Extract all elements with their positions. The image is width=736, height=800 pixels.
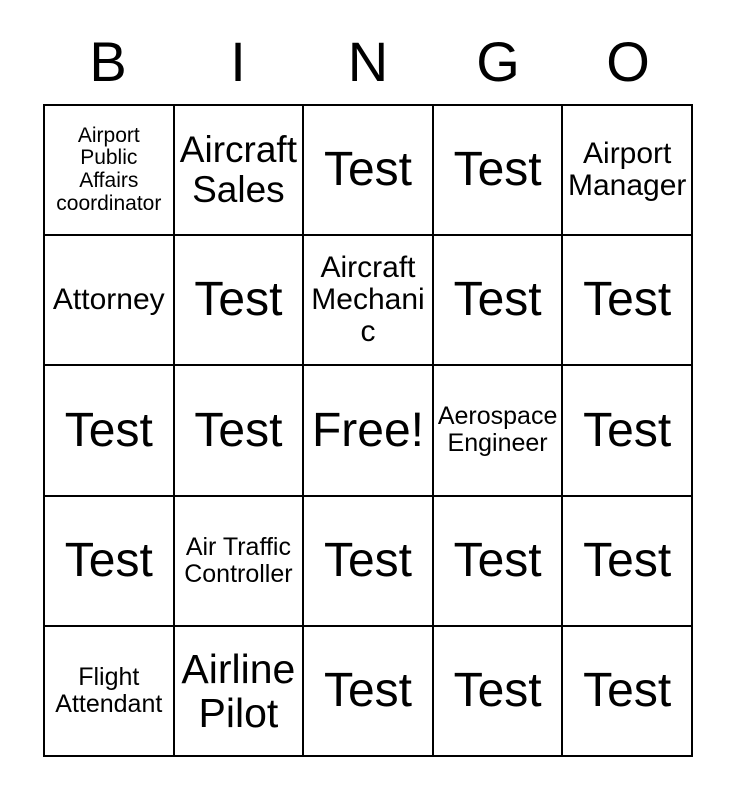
bingo-cell[interactable]: Test (563, 626, 693, 757)
bingo-cell[interactable]: Test (433, 626, 564, 757)
bingo-cell-free-space[interactable]: Free! (304, 366, 434, 497)
bingo-cell-label: Test (453, 143, 542, 197)
bingo-cell-label: Test (323, 533, 412, 587)
bingo-cell-label: Test (453, 663, 542, 717)
bingo-cell[interactable]: Test (304, 106, 434, 237)
bingo-cell[interactable]: Aerospace Engineer (433, 366, 564, 497)
bingo-cell[interactable]: Test (433, 496, 564, 627)
bingo-cell-label: Aircraft Mechanic (311, 250, 425, 349)
bingo-cell-label: Air Traffic Controller (184, 532, 293, 588)
bingo-cell[interactable]: Airline Pilot (174, 626, 305, 757)
bingo-cell-label: Flight Attendant (55, 662, 163, 718)
bingo-cell-label: Test (583, 663, 672, 717)
bingo-grid: Airport Public Affairs coordinator Aircra… (43, 104, 693, 757)
bingo-cell[interactable]: Aircraft Mechanic (304, 236, 434, 367)
bingo-cell[interactable]: Test (45, 496, 175, 627)
bingo-cell[interactable]: Test (174, 366, 305, 497)
bingo-cell-label: Airport Manager (567, 136, 687, 203)
bingo-cell-label: Test (194, 403, 283, 457)
bingo-cell-label: Test (453, 533, 542, 587)
bingo-cell-label: Airport Public Affairs coordinator (56, 123, 162, 215)
bingo-cell[interactable]: Flight Attendant (45, 626, 175, 757)
bingo-cell[interactable]: Test (174, 236, 305, 367)
bingo-cell-label: Free! (311, 403, 424, 457)
bingo-cell-label: Test (323, 663, 412, 717)
bingo-header-letter-i: I (230, 30, 246, 93)
bingo-cell[interactable]: Air Traffic Controller (174, 496, 305, 627)
bingo-cell-label: Test (323, 143, 412, 197)
bingo-cell-label: Aircraft Sales (179, 129, 297, 211)
bingo-header-letter-o: O (606, 30, 650, 93)
bingo-cell-label: Attorney (52, 283, 165, 317)
bingo-cell-label: Test (583, 533, 672, 587)
bingo-header-row: BINGO (43, 26, 693, 98)
bingo-cell[interactable]: Airport Public Affairs coordinator (45, 106, 175, 237)
bingo-cell-label: Test (583, 273, 672, 327)
bingo-cell-label: Test (64, 403, 153, 457)
bingo-cell-label: Test (64, 533, 153, 587)
bingo-cell-label: Test (583, 403, 672, 457)
bingo-cell[interactable]: Attorney (45, 236, 175, 367)
bingo-cell[interactable]: Test (304, 496, 434, 627)
bingo-cell[interactable]: Aircraft Sales (174, 106, 305, 237)
bingo-cell[interactable]: Test (563, 236, 693, 367)
bingo-card: B I N G O Airport Public Affairs coordinator… (0, 0, 736, 800)
bingo-cell-label: Airline Pilot (181, 645, 296, 736)
bingo-cell[interactable]: Airport Manager (563, 106, 693, 237)
bingo-cell-label: Test (453, 273, 542, 327)
bingo-header-letter-g: G (476, 30, 520, 93)
bingo-cell-label: Test (194, 273, 283, 327)
bingo-header-letter-b: B (89, 30, 127, 93)
bingo-cell[interactable]: Test (563, 496, 693, 627)
bingo-header-letter-n: N (347, 30, 389, 93)
bingo-cell[interactable]: Test (433, 236, 564, 367)
bingo-cell-label: Aerospace Engineer (437, 402, 558, 458)
bingo-cell[interactable]: Test (304, 626, 434, 757)
bingo-cell[interactable]: Test (45, 366, 175, 497)
bingo-cell[interactable]: Test (433, 106, 564, 237)
bingo-cell[interactable]: Test (563, 366, 693, 497)
